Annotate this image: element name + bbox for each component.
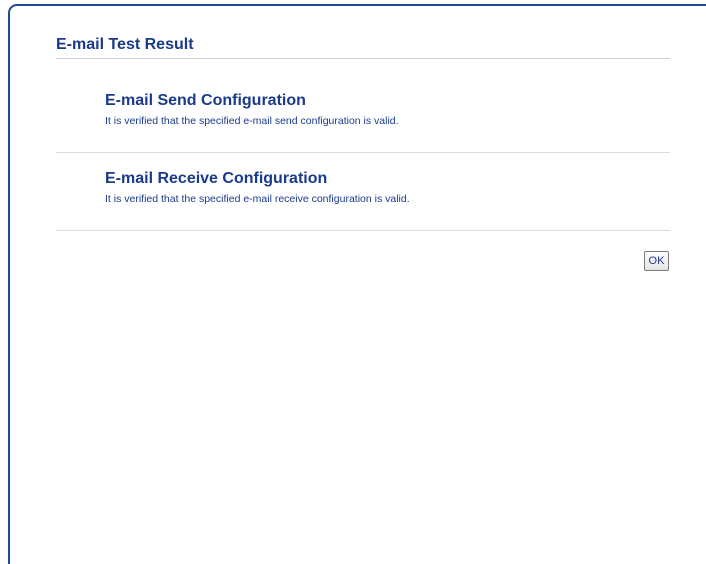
send-config-section: E-mail Send Configuration It is verified… (105, 91, 399, 128)
receive-config-message: It is verified that the specified e-mail… (105, 193, 410, 205)
section-divider (56, 230, 670, 231)
send-config-message: It is verified that the specified e-mail… (105, 115, 399, 127)
send-config-title: E-mail Send Configuration (105, 92, 306, 109)
title-divider (56, 58, 670, 59)
section-divider (56, 152, 670, 153)
receive-config-title: E-mail Receive Configuration (105, 170, 328, 187)
page-title: E-mail Test Result (56, 36, 194, 53)
content-frame (8, 4, 706, 564)
ok-button[interactable]: OK (644, 251, 669, 271)
receive-config-section: E-mail Receive Configuration It is verif… (105, 169, 410, 206)
